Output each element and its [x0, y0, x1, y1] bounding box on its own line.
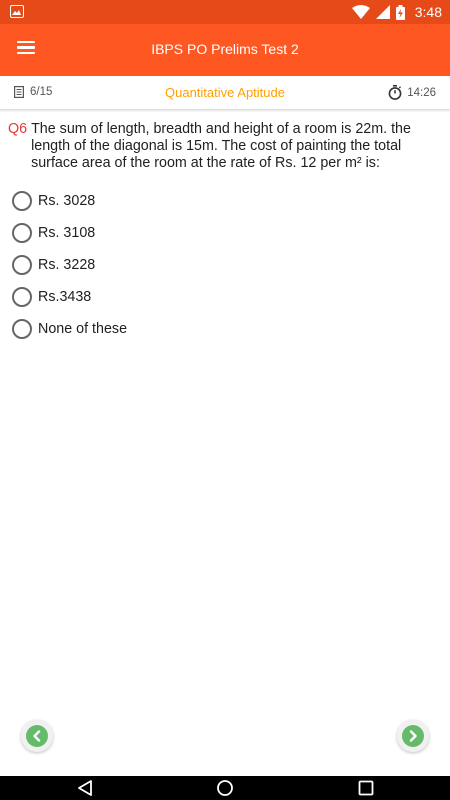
radio-button[interactable]	[12, 319, 32, 339]
radio-button[interactable]	[12, 287, 32, 307]
radio-button[interactable]	[12, 255, 32, 275]
timer-label: 14:26	[407, 86, 436, 99]
timer: 14:26	[388, 85, 436, 100]
app-title: IBPS PO Prelims Test 2	[151, 41, 299, 57]
option-4[interactable]: Rs.3438	[12, 281, 432, 313]
system-navigation-bar	[0, 776, 450, 800]
option-label: None of these	[38, 321, 128, 337]
app-bar: IBPS PO Prelims Test 2	[0, 24, 450, 76]
question: Q6 The sum of length, breadth and height…	[8, 121, 428, 172]
option-label: Rs. 3028	[38, 193, 96, 209]
option-label: Rs.3438	[38, 289, 92, 305]
option-2[interactable]: Rs. 3108	[12, 217, 432, 249]
option-label: Rs. 3228	[38, 257, 96, 273]
recents-icon[interactable]	[357, 779, 375, 797]
battery-charging-icon	[395, 4, 405, 20]
option-label: Rs. 3108	[38, 225, 96, 241]
chevron-right-icon	[409, 730, 417, 742]
test-info-bar: 6/15 Quantitative Aptitude 14:26	[0, 76, 450, 110]
question-number: Q6	[8, 121, 28, 137]
chevron-left-icon	[33, 730, 41, 742]
option-5[interactable]: None of these	[12, 313, 432, 345]
question-text: The sum of length, breadth and height of…	[31, 121, 411, 171]
section-title: Quantitative Aptitude	[165, 85, 285, 100]
radio-button[interactable]	[12, 191, 32, 211]
option-3[interactable]: Rs. 3228	[12, 249, 432, 281]
next-question-button[interactable]	[397, 720, 429, 752]
previous-question-button[interactable]	[21, 720, 53, 752]
stopwatch-icon	[388, 85, 402, 100]
back-icon[interactable]	[76, 779, 94, 797]
status-icons: 3:48	[351, 3, 442, 21]
answer-options: Rs. 3028 Rs. 3108 Rs. 3228 Rs.3438 None …	[12, 185, 432, 345]
radio-button[interactable]	[12, 223, 32, 243]
status-time: 3:48	[414, 4, 442, 20]
home-icon[interactable]	[216, 779, 234, 797]
wifi-icon	[351, 5, 370, 19]
signal-icon	[375, 5, 390, 19]
gallery-notification-icon	[10, 5, 24, 18]
status-bar: 3:48	[0, 0, 450, 24]
option-1[interactable]: Rs. 3028	[12, 185, 432, 217]
